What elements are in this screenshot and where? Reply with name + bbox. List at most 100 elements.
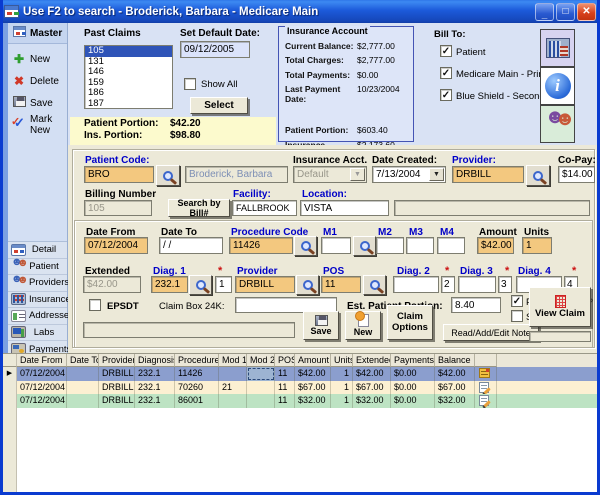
col-header[interactable]: Date To [67,354,99,367]
cell-procedure[interactable]: 11426 [175,367,219,381]
copay-field[interactable]: $14.00 [558,166,595,183]
amount-field[interactable]: $42.00 [477,237,514,254]
past-claims-list[interactable]: 105 131 146 159 186 187 [84,45,173,109]
sidebar-item-insurance[interactable]: Insurance [8,292,67,309]
cell-provider[interactable]: DRBILL [99,367,135,381]
cell-procedure[interactable]: 70260 [175,381,219,395]
diag1-pointer-field[interactable]: 1 [215,276,232,293]
patient-search-button[interactable] [156,165,180,186]
sidebar-item-addresses[interactable]: Addresses [8,308,67,325]
bill-to-blueshield-checkbox[interactable]: ✓ [440,89,452,101]
col-header[interactable]: Balance [435,354,475,367]
cell-pos[interactable]: 11 [275,394,295,408]
bill-to-patient-checkbox[interactable]: ✓ [440,45,452,57]
maximize-button[interactable]: □ [556,3,575,21]
read-add-edit-note-button[interactable]: Read/Add/Edit Note [443,324,539,341]
col-header[interactable]: Procedure [175,354,219,367]
row-edit-button[interactable] [475,381,497,395]
diag2-pointer-field[interactable]: 2 [441,276,455,293]
claim-options-button[interactable]: Claim Options [387,305,433,340]
cell-date-from[interactable]: 07/12/2004 [17,394,67,408]
cell-pos[interactable]: 11 [275,367,295,381]
sidebar-item-new[interactable]: ✚ New [8,49,67,69]
cell-extended[interactable]: $67.00 [353,381,391,395]
diag1-search-button[interactable] [189,275,212,295]
cell-diagnosis[interactable]: 232.1 [135,394,175,408]
cell-date-to[interactable] [67,381,99,395]
cell-date-to[interactable] [67,394,99,408]
pos-field[interactable]: 11 [321,276,361,293]
claim-provider-field[interactable]: DRBILL [235,276,295,293]
cell-mod1[interactable] [219,367,247,381]
date-created-dropdown[interactable]: 7/13/2004▼ [372,166,446,183]
row-selector[interactable] [3,394,17,408]
cell-provider[interactable]: DRBILL [99,394,135,408]
col-header[interactable]: Diagnosis [135,354,175,367]
cell-mod2[interactable] [247,394,275,408]
cell-procedure[interactable]: 86001 [175,394,219,408]
units-field[interactable]: 1 [522,237,552,254]
cell-extended[interactable]: $32.00 [353,394,391,408]
facility-field[interactable]: FALLBROOK [232,200,297,216]
m2-field[interactable] [376,237,404,254]
table-row[interactable]: 07/12/2004 DRBILL 232.1 86001 11 $32.00 … [3,394,597,408]
cell-extended[interactable]: $42.00 [353,367,391,381]
col-header[interactable]: Mod 1 [219,354,247,367]
past-claim-item[interactable]: 186 [85,88,172,99]
pos-search-button[interactable] [363,275,386,295]
cell-mod1[interactable] [219,394,247,408]
cell-pos[interactable]: 11 [275,381,295,395]
cell-units[interactable]: 1 [331,394,353,408]
col-header[interactable]: Date From [17,354,67,367]
procedure-search-button[interactable] [294,236,317,256]
cell-date-to[interactable] [67,367,99,381]
table-row[interactable]: 07/12/2004 DRBILL 232.1 70260 21 11 $67.… [3,381,597,395]
close-button[interactable]: ✕ [577,3,596,21]
bill-to-medicare-checkbox[interactable]: ✓ [440,67,452,79]
patients-button[interactable] [540,105,575,143]
m1-field[interactable] [321,237,351,254]
col-header[interactable]: Amount [295,354,331,367]
col-header[interactable]: Provider [99,354,135,367]
past-claim-item[interactable]: 187 [85,99,172,110]
epsdt-checkbox[interactable] [89,299,101,311]
col-header[interactable]: POS [275,354,295,367]
cell-date-from[interactable]: 07/12/2004 [17,367,67,381]
provider-field[interactable]: DRBILL [452,166,524,183]
cell-amount[interactable]: $32.00 [295,394,331,408]
cell-balance[interactable]: $32.00 [435,394,475,408]
row-edit-button[interactable] [475,394,497,408]
m3-field[interactable] [406,237,434,254]
col-header[interactable]: Mod 2 [247,354,275,367]
view-claim-button[interactable]: View Claim [529,287,591,327]
cell-units[interactable]: 1 [331,381,353,395]
sidebar-item-labs[interactable]: Labs [8,325,67,342]
m1-search-button[interactable] [353,236,376,256]
date-to-field[interactable]: / / [159,237,223,254]
est-patient-portion-field[interactable]: 8.40 [451,297,501,313]
sidebar-item-delete[interactable]: ✖ Delete [8,71,67,91]
cell-provider[interactable]: DRBILL [99,381,135,395]
cell-payments[interactable]: $0.00 [391,394,435,408]
cell-mod2[interactable] [247,381,275,395]
cell-payments[interactable]: $0.00 [391,367,435,381]
cell-payments[interactable]: $0.00 [391,381,435,395]
past-claim-item-selected[interactable]: 105 [85,46,172,57]
cell-amount[interactable]: $67.00 [295,381,331,395]
diag2-field[interactable] [393,276,439,293]
cell-diagnosis[interactable]: 232.1 [135,367,175,381]
cell-mod1[interactable]: 21 [219,381,247,395]
info-button[interactable]: i [540,67,575,105]
cell-balance[interactable]: $42.00 [435,367,475,381]
cell-mod2-focused[interactable] [247,367,275,381]
diag3-pointer-field[interactable]: 3 [498,276,512,293]
facility-button[interactable] [540,29,575,67]
claim-provider-search-button[interactable] [296,275,319,295]
cell-units[interactable]: 1 [331,367,353,381]
past-claim-item[interactable]: 146 [85,67,172,78]
provider-search-button[interactable] [526,165,550,186]
sidebar-item-providers[interactable]: Providers [8,275,67,292]
sidebar-item-save[interactable]: Save [8,93,67,113]
col-header[interactable]: Units [331,354,353,367]
patient-code-field[interactable]: BRO [84,166,154,183]
